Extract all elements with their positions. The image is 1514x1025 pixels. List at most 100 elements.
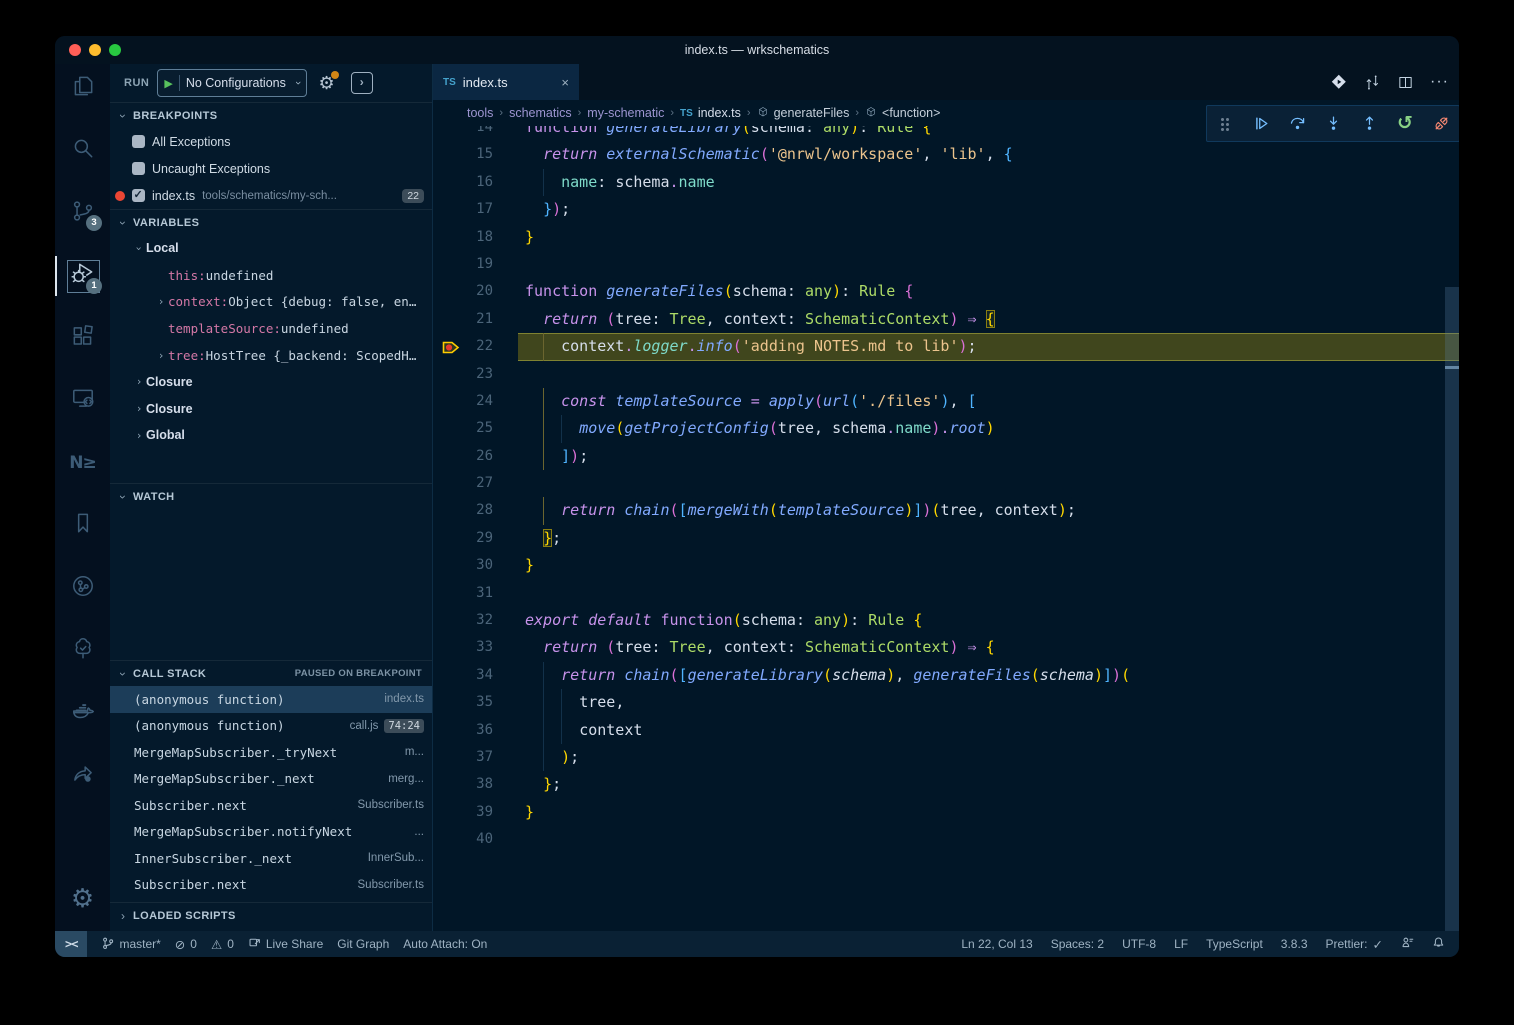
activity-item-debug[interactable]: 1 bbox=[55, 252, 110, 300]
line-number[interactable]: 16 bbox=[433, 169, 493, 196]
step-into-button[interactable] bbox=[1321, 112, 1345, 136]
breakpoint-row[interactable]: Uncaught Exceptions bbox=[110, 155, 432, 182]
section-variables[interactable]: ›VARIABLES bbox=[110, 209, 432, 235]
status-utf-8[interactable]: UTF-8 bbox=[1122, 937, 1156, 951]
step-out-button[interactable] bbox=[1357, 112, 1381, 136]
line-number[interactable]: 31 bbox=[433, 580, 493, 607]
line-number[interactable]: 34 bbox=[433, 662, 493, 689]
chevron-right-icon[interactable]: › bbox=[132, 429, 146, 442]
activity-item-bookmarks[interactable] bbox=[55, 502, 110, 550]
line-number[interactable]: 36 bbox=[433, 717, 493, 744]
variable-row[interactable]: this: undefined bbox=[110, 262, 432, 289]
line-number[interactable]: 19 bbox=[433, 251, 493, 278]
activity-item-extensions[interactable] bbox=[55, 314, 110, 362]
status-branch[interactable]: master* bbox=[101, 936, 160, 952]
editor-scrollbar[interactable] bbox=[1445, 287, 1459, 931]
run-or-debug-icon[interactable] bbox=[1331, 74, 1348, 91]
line-number[interactable]: 21 bbox=[433, 306, 493, 333]
debug-console-button[interactable]: › bbox=[351, 72, 373, 94]
chevron-right-icon[interactable]: › bbox=[132, 402, 146, 415]
section-call-stack[interactable]: ›CALL STACKPAUSED ON BREAKPOINT bbox=[110, 660, 432, 686]
paused-breakpoint-icon[interactable] bbox=[442, 338, 460, 355]
close-icon[interactable]: × bbox=[561, 75, 569, 90]
stack-frame-row[interactable]: MergeMapSubscriber._tryNextm... bbox=[110, 739, 432, 766]
breadcrumb-item-tools[interactable]: tools bbox=[467, 106, 493, 120]
status-git-graph[interactable]: Git Graph bbox=[337, 937, 389, 951]
configure-gear-icon[interactable]: ⚙ bbox=[319, 73, 335, 94]
status-live-share[interactable]: Live Share bbox=[248, 936, 323, 952]
stack-frame-row[interactable]: (anonymous function)call.js74:24 bbox=[110, 713, 432, 740]
activity-item-git-graph[interactable] bbox=[55, 564, 110, 612]
line-number[interactable]: 24 bbox=[433, 388, 493, 415]
line-number[interactable]: 32 bbox=[433, 607, 493, 634]
open-changes-icon[interactable] bbox=[1364, 74, 1381, 91]
activity-item-remote-explorer[interactable] bbox=[55, 377, 110, 425]
activity-item-test-explorer[interactable] bbox=[55, 627, 110, 675]
activity-item-search[interactable] bbox=[55, 127, 110, 175]
scope-row[interactable]: ›Closure bbox=[110, 395, 432, 422]
status-lf[interactable]: LF bbox=[1174, 937, 1188, 951]
activity-item-docker[interactable] bbox=[55, 689, 110, 737]
variable-row[interactable]: ›context: Object {debug: false, en… bbox=[110, 288, 432, 315]
activity-item-nx-console[interactable]: N≥ bbox=[55, 439, 110, 487]
stack-frame-row[interactable]: MergeMapSubscriber.notifyNext... bbox=[110, 819, 432, 846]
scope-row[interactable]: ›Closure bbox=[110, 369, 432, 396]
chevron-down-icon[interactable]: › bbox=[133, 241, 146, 255]
more-actions-icon[interactable]: ··· bbox=[1430, 73, 1449, 91]
title-bar[interactable]: index.ts — wrkschematics bbox=[55, 36, 1459, 64]
line-number[interactable]: 23 bbox=[433, 361, 493, 388]
line-number[interactable]: 33 bbox=[433, 634, 493, 661]
checkbox-unchecked[interactable] bbox=[132, 135, 145, 148]
status-auto-attach-on[interactable]: Auto Attach: On bbox=[403, 937, 487, 951]
scope-row[interactable]: ›Local bbox=[110, 235, 432, 262]
checkbox-checked[interactable] bbox=[132, 189, 145, 202]
continue-button[interactable] bbox=[1249, 112, 1273, 136]
line-number[interactable]: 39 bbox=[433, 799, 493, 826]
disconnect-button[interactable] bbox=[1429, 112, 1453, 136]
line-number[interactable]: 18 bbox=[433, 224, 493, 251]
status-ln-22-col-13[interactable]: Ln 22, Col 13 bbox=[961, 937, 1032, 951]
line-number[interactable]: 38 bbox=[433, 771, 493, 798]
code-area[interactable]: 14function generateLibrary(schema: any):… bbox=[433, 100, 1459, 931]
chevron-right-icon[interactable]: › bbox=[132, 375, 146, 388]
section-watch[interactable]: ›WATCH bbox=[110, 483, 432, 509]
checkbox-unchecked[interactable] bbox=[132, 162, 145, 175]
breakpoint-row[interactable]: index.tstools/schematics/my-sch...22 bbox=[110, 182, 432, 209]
launch-config-dropdown[interactable]: ▶ No Configurations › bbox=[157, 69, 306, 97]
tab-index-ts[interactable]: TS index.ts × bbox=[433, 64, 579, 100]
section-breakpoints[interactable]: ›BREAKPOINTS bbox=[110, 102, 432, 128]
line-number[interactable]: 28 bbox=[433, 497, 493, 524]
stack-frame-row[interactable]: Subscriber.nextSubscriber.ts bbox=[110, 872, 432, 899]
line-number[interactable]: 40 bbox=[433, 826, 493, 853]
line-number[interactable]: 29 bbox=[433, 525, 493, 552]
breadcrumb-item-index.ts[interactable]: TSindex.ts bbox=[680, 106, 741, 120]
activity-item-project-share[interactable] bbox=[55, 752, 110, 800]
line-number[interactable]: 27 bbox=[433, 470, 493, 497]
line-number[interactable]: 20 bbox=[433, 278, 493, 305]
status-remote[interactable]: >< bbox=[55, 931, 87, 957]
breadcrumb-item-my-schematic[interactable]: my-schematic bbox=[587, 106, 664, 120]
status-error[interactable]: ⊘0 bbox=[175, 937, 197, 952]
restart-button[interactable]: ↺ bbox=[1393, 112, 1417, 136]
scope-row[interactable]: ›Global bbox=[110, 422, 432, 449]
drag-handle-button[interactable] bbox=[1213, 112, 1237, 136]
line-number[interactable]: 25 bbox=[433, 415, 493, 442]
chevron-right-icon[interactable]: › bbox=[154, 295, 168, 308]
status-typescript[interactable]: TypeScript bbox=[1206, 937, 1263, 951]
settings-gear-icon[interactable]: ⚙ bbox=[55, 877, 110, 921]
drag-handle-icon[interactable] bbox=[1220, 117, 1230, 131]
step-over-button[interactable] bbox=[1285, 112, 1309, 136]
stack-frame-row[interactable]: MergeMapSubscriber._nextmerg... bbox=[110, 766, 432, 793]
breadcrumb-item-function[interactable]: <function> bbox=[865, 106, 940, 121]
line-number[interactable]: 37 bbox=[433, 744, 493, 771]
start-debug-icon[interactable]: ▶ bbox=[164, 77, 172, 90]
activity-item-explorer[interactable] bbox=[55, 64, 110, 112]
line-number[interactable]: 17 bbox=[433, 196, 493, 223]
status-spaces-2[interactable]: Spaces: 2 bbox=[1051, 937, 1104, 951]
status-feedback[interactable] bbox=[1401, 936, 1414, 952]
chevron-right-icon[interactable]: › bbox=[154, 349, 168, 362]
status-prettier-[interactable]: Prettier:✓ bbox=[1326, 937, 1384, 952]
status-3-8-3[interactable]: 3.8.3 bbox=[1281, 937, 1308, 951]
breadcrumb-item-generateFiles[interactable]: generateFiles bbox=[757, 106, 850, 121]
section-loaded-scripts[interactable]: ›LOADED SCRIPTS bbox=[110, 902, 432, 928]
